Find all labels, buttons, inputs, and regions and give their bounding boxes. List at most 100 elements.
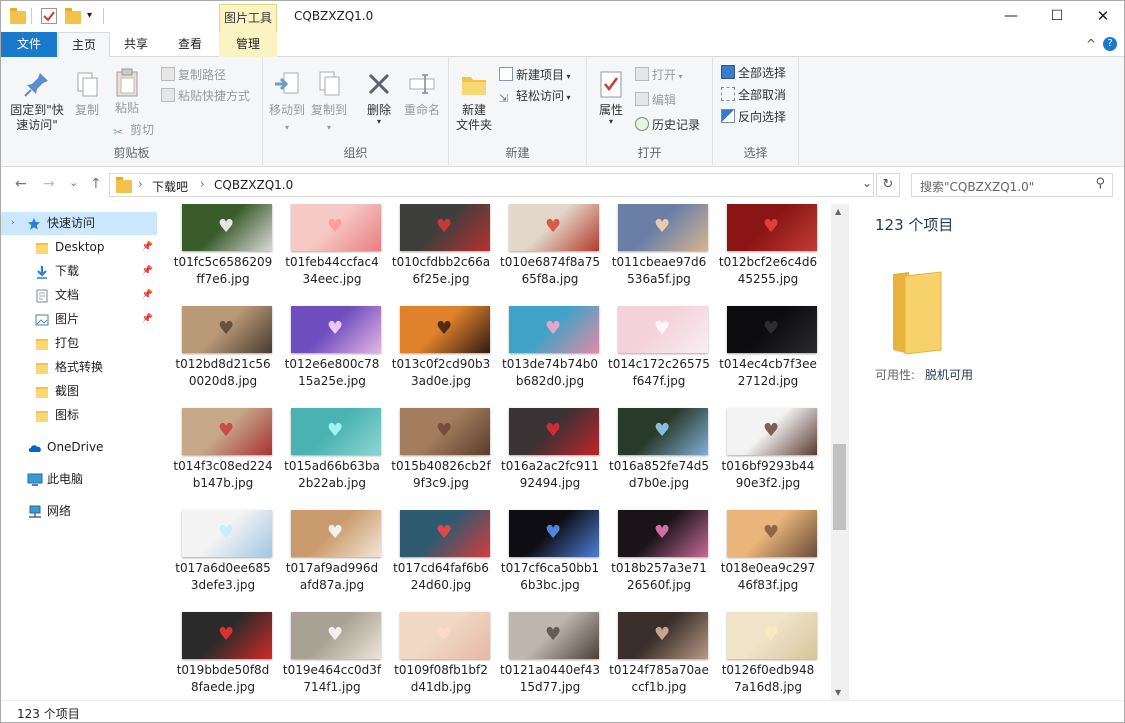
tab-manage[interactable]: 管理 xyxy=(219,32,277,57)
rename-button[interactable]: 重命名 xyxy=(401,69,443,118)
up-button[interactable]: ↑ xyxy=(90,176,102,192)
invert-selection-button[interactable]: 反向选择 xyxy=(721,109,786,125)
refresh-button[interactable]: ↻ xyxy=(876,173,900,197)
file-item[interactable]: ♥t015b40826cb2f9f3c9.jpg xyxy=(389,408,493,508)
file-item[interactable]: ♥t016bf9293b4490e3f2.jpg xyxy=(716,408,820,508)
file-item[interactable]: ♥t017af9ad996dafd87a.jpg xyxy=(280,510,384,610)
search-icon[interactable]: ⚲ xyxy=(1095,176,1105,191)
recent-locations-button[interactable]: ⌄ xyxy=(69,176,78,189)
close-button[interactable]: ✕ xyxy=(1080,1,1125,32)
pin-icon[interactable]: 📌 xyxy=(142,284,153,307)
file-item[interactable]: ♥t018b257a3e7126560f.jpg xyxy=(607,510,711,610)
tab-file[interactable]: 文件 xyxy=(1,32,57,57)
file-item[interactable]: ♥t01feb44ccfac434eec.jpg xyxy=(280,204,384,304)
copy-path-button[interactable]: 复制路径 xyxy=(161,67,226,83)
search-box[interactable]: 搜索"CQBZXZQ1.0" ⚲ xyxy=(911,173,1113,197)
select-all-button[interactable]: 全部选择 xyxy=(721,65,786,81)
search-input[interactable]: 搜索"CQBZXZQ1.0" xyxy=(920,178,1034,195)
file-item[interactable]: ♥t0121a0440ef4315d77.jpg xyxy=(498,612,602,700)
file-item[interactable]: ♥t011cbeae97d6536a5f.jpg xyxy=(607,204,711,304)
sidebar-item-图片[interactable]: 图片📌 xyxy=(1,308,157,331)
help-icon[interactable]: ? xyxy=(1103,37,1117,51)
file-item[interactable]: ♥t015ad66b63ba2b22ab.jpg xyxy=(280,408,384,508)
new-item-button[interactable]: 新建项目 ▾ xyxy=(499,67,571,85)
easy-access-button[interactable]: ⇲轻松访问 ▾ xyxy=(499,88,571,106)
file-item[interactable]: ♥t010cfdbb2c66a6f25e.jpg xyxy=(389,204,493,304)
file-item[interactable]: ♥t016a2ac2fc91192494.jpg xyxy=(498,408,602,508)
maximize-button[interactable]: ☐ xyxy=(1034,1,1080,32)
pin-icon[interactable]: 📌 xyxy=(142,260,153,283)
new-folder-icon xyxy=(459,69,489,99)
file-item[interactable]: ♥t013de74b74b0b682d0.jpg xyxy=(498,306,602,406)
open-button[interactable]: 打开 ▾ xyxy=(635,67,683,85)
pin-icon[interactable]: 📌 xyxy=(142,308,153,331)
sidebar-item-下载[interactable]: 下载📌 xyxy=(1,260,157,283)
edit-button[interactable]: 编辑 xyxy=(635,92,676,108)
sidebar-item-OneDrive[interactable]: OneDrive xyxy=(1,436,157,459)
pin-quick-access-button[interactable]: 固定到"快速访问" xyxy=(5,69,69,133)
sidebar-item-文档[interactable]: 文档📌 xyxy=(1,284,157,307)
file-item[interactable]: ♥t018e0ea9c29746f83f.jpg xyxy=(716,510,820,610)
properties-button[interactable]: 属性 ▾ xyxy=(593,69,629,126)
breadcrumb-item-current[interactable]: CQBZXZQ1.0 xyxy=(214,178,293,192)
sidebar-item-图标[interactable]: 图标 xyxy=(1,404,157,427)
sidebar-item-网络[interactable]: 网络 xyxy=(1,500,157,523)
history-button[interactable]: 历史记录 xyxy=(635,117,700,133)
sidebar-item-快速访问[interactable]: 快速访问› xyxy=(1,212,157,235)
address-bar[interactable]: › 下载吧 › CQBZXZQ1.0 ⌄ xyxy=(109,173,874,197)
copy-button[interactable]: 复制 xyxy=(69,69,105,118)
file-item[interactable]: ♥t012e6e800c7815a25e.jpg xyxy=(280,306,384,406)
file-item[interactable]: ♥t014f3c08ed224b147b.jpg xyxy=(171,408,275,508)
file-item[interactable]: ♥t017a6d0ee6853defe3.jpg xyxy=(171,510,275,610)
tab-home[interactable]: 主页 xyxy=(58,32,110,58)
new-folder-label: 新建 文件夹 xyxy=(453,103,495,133)
new-folder-button[interactable]: 新建 文件夹 xyxy=(453,69,495,133)
file-item[interactable]: ♥t017cf6ca50bb16b3bc.jpg xyxy=(498,510,602,610)
scroll-down-icon[interactable]: ▼ xyxy=(835,688,841,697)
breadcrumb-item-downloads[interactable]: 下载吧 xyxy=(152,178,188,195)
move-to-button[interactable]: 移动到 ▾ xyxy=(267,69,307,135)
file-item[interactable]: ♥t01fc5c6586209ff7e6.jpg xyxy=(171,204,275,304)
file-item[interactable]: ♥t0126f0edb9487a16d8.jpg xyxy=(716,612,820,700)
file-item[interactable]: ♥t012bd8d21c560020d8.jpg xyxy=(171,306,275,406)
address-dropdown-icon[interactable]: ⌄ xyxy=(862,176,872,190)
file-item[interactable]: ♥t017cd64faf6b624d60.jpg xyxy=(389,510,493,610)
file-item[interactable]: ♥t010e6874f8a7565f8a.jpg xyxy=(498,204,602,304)
file-item[interactable]: ♥t019e464cc0d3f714f1.jpg xyxy=(280,612,384,700)
file-item[interactable]: ♥t014c172c26575f647f.jpg xyxy=(607,306,711,406)
collapse-ribbon-icon[interactable]: ^ xyxy=(1086,37,1096,51)
scroll-up-icon[interactable]: ▲ xyxy=(835,207,841,216)
select-none-button[interactable]: 全部取消 xyxy=(721,87,786,103)
forward-button[interactable]: → xyxy=(43,176,55,192)
file-item[interactable]: ♥t019bbde50f8d8faede.jpg xyxy=(171,612,275,700)
paste-button[interactable]: 粘贴 xyxy=(109,67,145,116)
sidebar-item-打包[interactable]: 打包 xyxy=(1,332,157,355)
file-item[interactable]: ♥t012bcf2e6c4d645255.jpg xyxy=(716,204,820,304)
file-item[interactable]: ♥t0109f08fb1bf2d41db.jpg xyxy=(389,612,493,700)
copy-to-button[interactable]: 复制到 ▾ xyxy=(309,69,349,135)
sidebar-item-Desktop[interactable]: Desktop📌 xyxy=(1,236,157,259)
file-item[interactable]: ♥t016a852fe74d5d7b0e.jpg xyxy=(607,408,711,508)
new-folder-quick-icon[interactable] xyxy=(65,8,81,24)
pin-icon[interactable]: 📌 xyxy=(142,236,153,259)
back-button[interactable]: ← xyxy=(15,176,27,192)
tab-share[interactable]: 共享 xyxy=(113,32,159,57)
file-name: t016a852fe74d5d7b0e.jpg xyxy=(607,458,711,492)
file-item[interactable]: ♥t014ec4cb7f3ee2712d.jpg xyxy=(716,306,820,406)
paste-shortcut-button[interactable]: 粘贴快捷方式 xyxy=(161,88,250,104)
delete-button[interactable]: 删除 ▾ xyxy=(361,69,397,126)
sidebar-item-格式转换[interactable]: 格式转换 xyxy=(1,356,157,379)
sidebar-item-截图[interactable]: 截图 xyxy=(1,380,157,403)
tab-view[interactable]: 查看 xyxy=(165,32,215,57)
file-item[interactable]: ♥t013c0f2cd90b33ad0e.jpg xyxy=(389,306,493,406)
minimize-button[interactable]: — xyxy=(988,1,1034,32)
scrollbar-thumb[interactable] xyxy=(833,444,846,530)
file-item[interactable]: ♥t0124f785a70aeccf1b.jpg xyxy=(607,612,711,700)
copy-label: 复制 xyxy=(75,103,99,117)
properties-check-icon[interactable] xyxy=(41,8,57,24)
expand-chevron-icon[interactable]: › xyxy=(11,212,15,235)
vertical-scrollbar[interactable]: ▲ ▼ xyxy=(831,204,848,700)
customize-quick-access-icon[interactable]: ▾ xyxy=(87,8,103,24)
cut-button[interactable]: ✂剪切 xyxy=(113,122,154,139)
sidebar-item-此电脑[interactable]: 此电脑 xyxy=(1,468,157,491)
